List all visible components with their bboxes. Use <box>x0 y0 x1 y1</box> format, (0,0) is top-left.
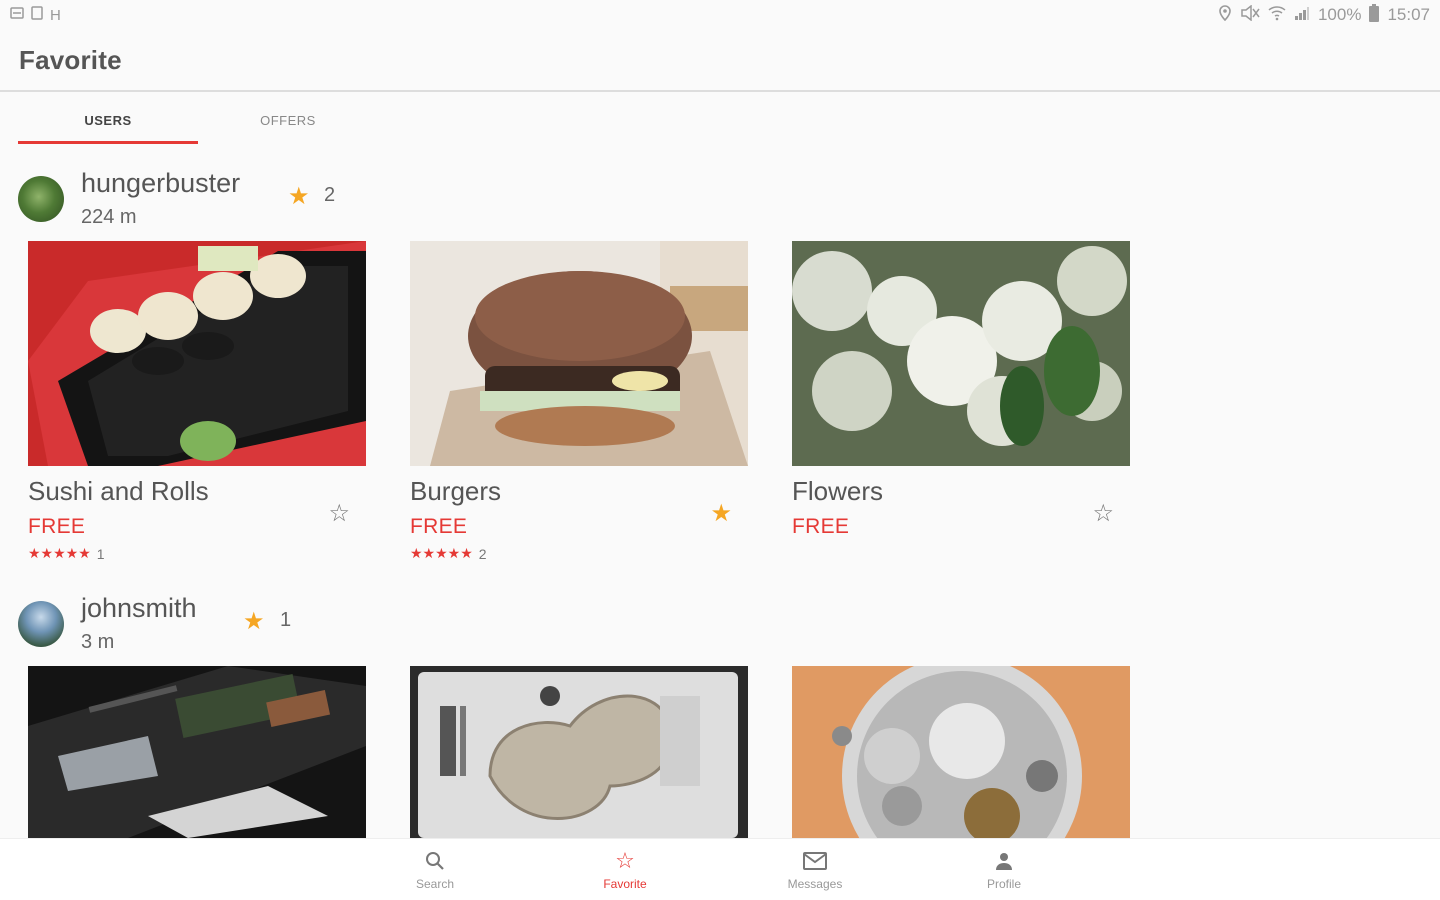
username[interactable]: johnsmith <box>81 593 197 624</box>
bottom-navigation: Search ☆ Favorite Messages Profile <box>0 838 1440 900</box>
offer-card[interactable] <box>28 666 366 838</box>
rating-stars: ★★★★★ <box>28 545 91 561</box>
offer-price: FREE <box>410 515 468 538</box>
mute-icon <box>1240 3 1260 26</box>
rating-count: 1 <box>96 545 105 562</box>
nav-label: Favorite <box>603 877 647 891</box>
avatar[interactable] <box>18 601 64 647</box>
rating-count: 2 <box>478 545 487 562</box>
nav-messages[interactable]: Messages <box>760 847 870 891</box>
nav-label: Profile <box>986 877 1021 891</box>
status-right: 100% 15:07 <box>1218 3 1430 27</box>
offer-card[interactable] <box>792 666 1130 838</box>
tablet-icon <box>30 6 44 24</box>
offer-image-watch-movement[interactable] <box>792 666 1130 838</box>
location-icon <box>1218 4 1232 26</box>
h-icon: H <box>50 6 61 24</box>
tab-offers[interactable]: OFFERS <box>198 96 378 144</box>
battery-icon <box>1369 3 1380 27</box>
offer-card[interactable]: Burgers FREE ★★★★★ 2 ★ <box>410 241 748 562</box>
offer-image-flowers[interactable] <box>792 241 1130 466</box>
offer-title[interactable]: Sushi and Rolls <box>28 476 366 507</box>
search-icon <box>424 847 446 875</box>
favorite-toggle-icon[interactable]: ☆ <box>1092 499 1114 528</box>
signal-icon <box>1294 5 1310 26</box>
nav-label: Search <box>415 877 455 891</box>
offer-price: FREE <box>792 515 850 538</box>
wifi-icon <box>1268 5 1286 26</box>
tab-bar: USERS OFFERS <box>18 96 378 146</box>
offer-image-laptop-internals[interactable] <box>28 666 366 838</box>
username[interactable]: hungerbuster <box>81 168 240 199</box>
favorite-toggle-icon[interactable]: ★ <box>710 499 732 528</box>
offer-card[interactable]: Flowers FREE ☆ <box>792 241 1130 539</box>
offer-image-sushi[interactable] <box>28 241 366 466</box>
status-bar: H 100% 15:07 <box>0 0 1440 30</box>
favorite-toggle-icon[interactable]: ☆ <box>328 499 350 528</box>
star-icon: ★ <box>288 183 310 210</box>
user-header[interactable]: johnsmith 3 m ★ 1 <box>18 593 818 653</box>
favorite-count: 1 <box>280 609 292 631</box>
star-icon: ☆ <box>615 848 635 873</box>
offer-card[interactable] <box>410 666 748 838</box>
star-icon: ★ <box>243 608 265 635</box>
nav-profile[interactable]: Profile <box>949 847 1059 891</box>
offer-image-hard-drive[interactable] <box>410 666 748 838</box>
person-icon <box>994 847 1014 875</box>
battery-percent: 100% <box>1317 5 1362 24</box>
app-bar: Favorite <box>0 30 1440 92</box>
favorite-count: 2 <box>324 184 336 206</box>
status-left: H <box>10 6 61 24</box>
nav-favorite[interactable]: ☆ Favorite <box>570 847 680 891</box>
offer-image-burger[interactable] <box>410 241 748 466</box>
user-header[interactable]: hungerbuster 224 m ★ 2 <box>18 168 818 228</box>
offer-title[interactable]: Burgers <box>410 476 748 507</box>
offer-title[interactable]: Flowers <box>792 476 1130 507</box>
distance: 3 m <box>81 631 115 653</box>
notification-icon <box>10 6 24 24</box>
tab-users[interactable]: USERS <box>18 96 198 144</box>
nav-label: Messages <box>787 877 843 891</box>
rating-stars: ★★★★★ <box>410 545 473 561</box>
offer-rating: ★★★★★ 2 <box>410 545 748 562</box>
offer-card[interactable]: Sushi and Rolls FREE ★★★★★ 1 ☆ <box>28 241 366 562</box>
offer-price: FREE <box>28 515 86 538</box>
nav-search[interactable]: Search <box>380 847 490 891</box>
clock: 15:07 <box>1387 5 1430 24</box>
page-title: Favorite <box>19 45 122 75</box>
offer-rating: ★★★★★ 1 <box>28 545 366 562</box>
distance: 224 m <box>81 206 137 228</box>
mail-icon <box>803 847 827 875</box>
avatar[interactable] <box>18 176 64 222</box>
